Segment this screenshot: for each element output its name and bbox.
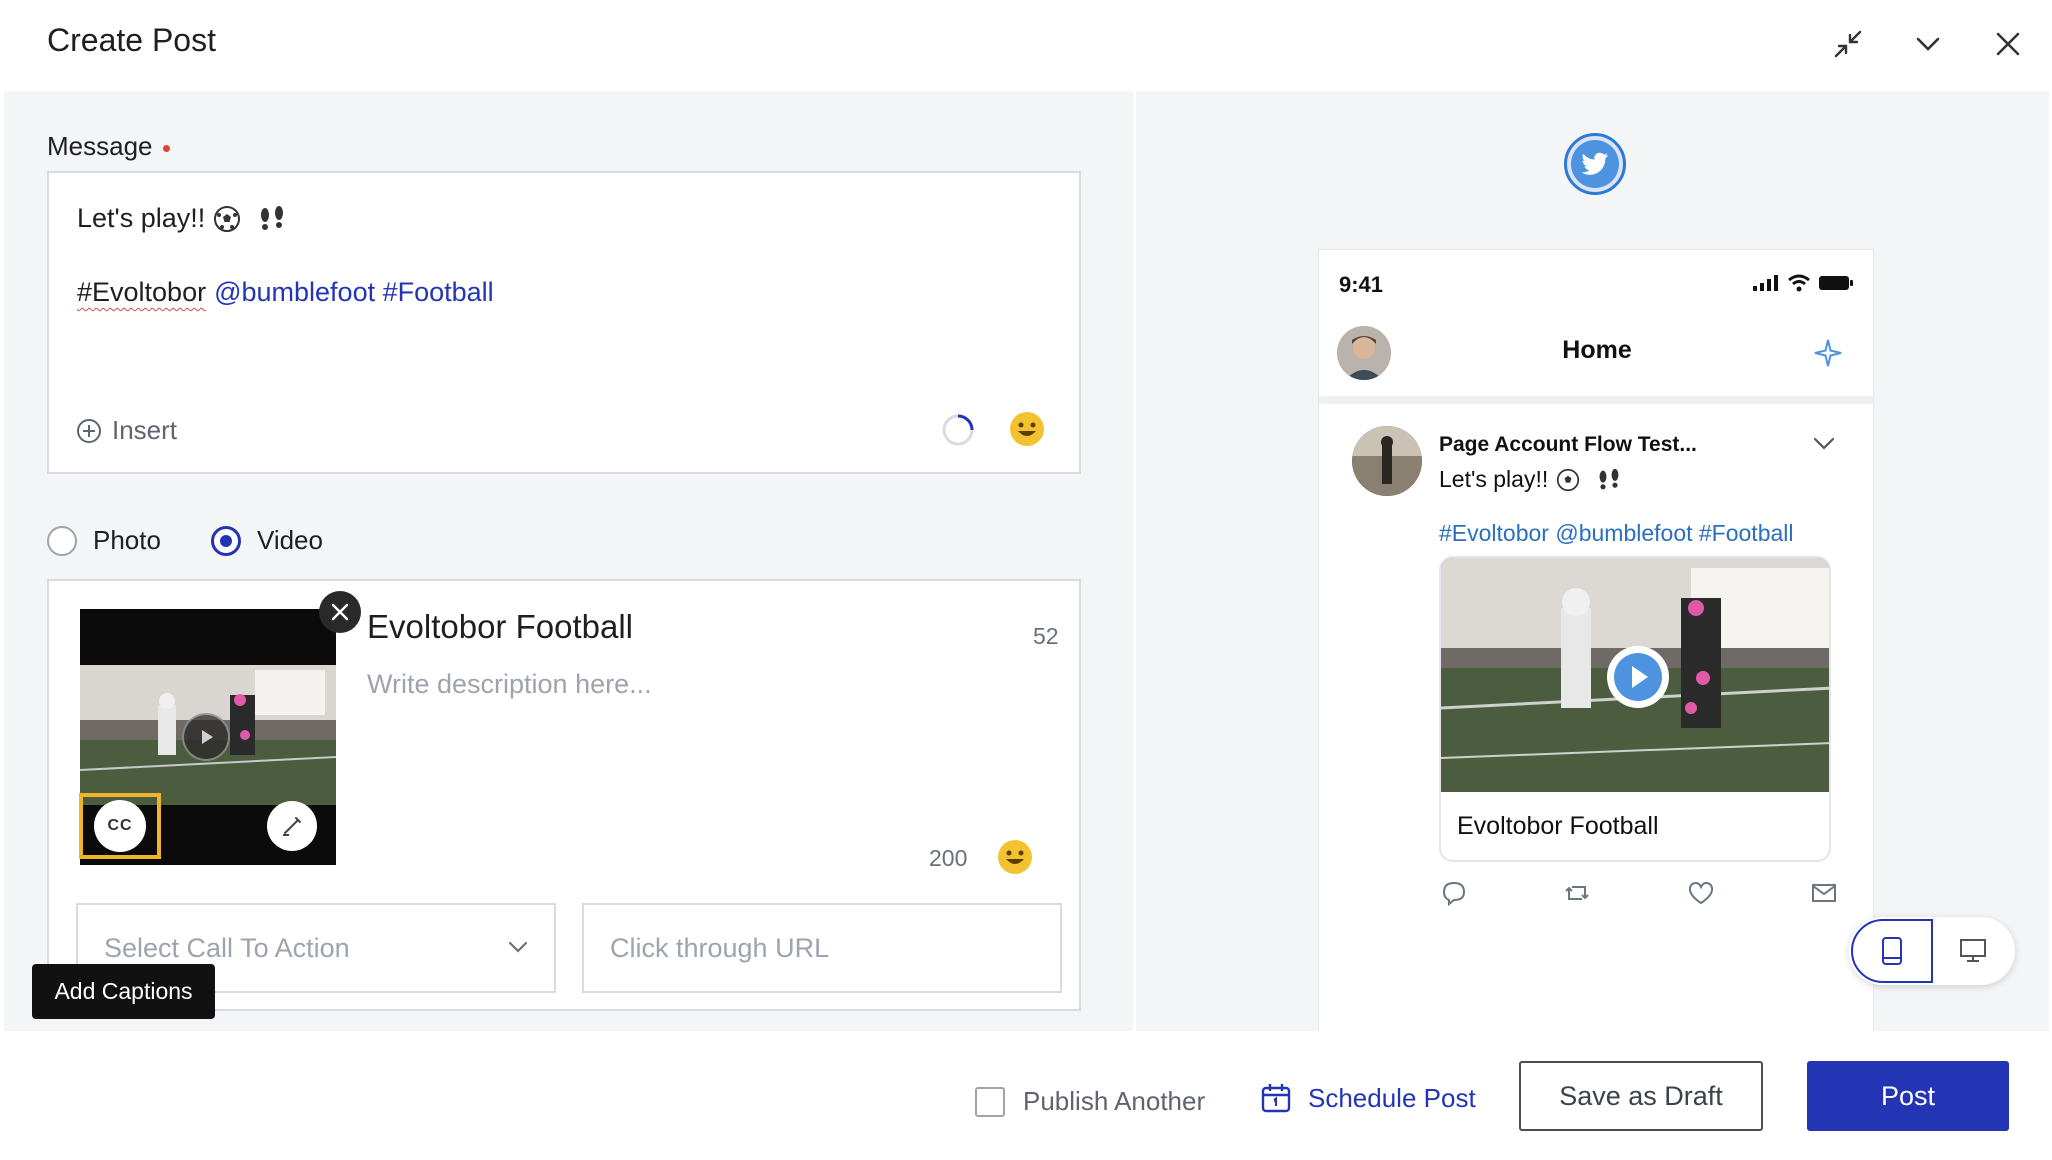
collapse-icon[interactable] bbox=[1826, 22, 1870, 66]
edit-thumbnail-button[interactable] bbox=[267, 801, 317, 851]
message-line-2: #Evoltobor @bumblefoot #Football bbox=[77, 277, 494, 307]
insert-button[interactable]: Insert bbox=[76, 415, 177, 446]
tweet-actions bbox=[1439, 878, 1839, 908]
description-char-count: 200 bbox=[929, 845, 968, 871]
divider bbox=[1319, 396, 1875, 404]
modal-header: Create Post bbox=[0, 0, 2052, 90]
media-type-selector: Photo Video bbox=[47, 525, 373, 556]
message-line-1: Let's play!! bbox=[77, 203, 289, 234]
like-icon[interactable] bbox=[1686, 878, 1716, 908]
chevron-down-icon bbox=[508, 941, 528, 953]
desktop-view-button[interactable] bbox=[1933, 919, 2013, 983]
tweet-account-name[interactable]: Page Account Flow Test... bbox=[1439, 433, 1697, 457]
play-button[interactable] bbox=[1607, 646, 1669, 708]
page-title: Create Post bbox=[47, 22, 216, 58]
retweet-icon[interactable] bbox=[1562, 878, 1592, 908]
add-captions-button[interactable]: CC bbox=[94, 800, 146, 852]
radio-photo[interactable]: Photo bbox=[47, 525, 161, 556]
post-button[interactable]: Post bbox=[1807, 1061, 2009, 1131]
twitter-bird-icon bbox=[1581, 152, 1608, 175]
video-title[interactable]: Evoltobor Football bbox=[367, 608, 633, 646]
emoji-icon[interactable] bbox=[997, 839, 1033, 875]
plus-circle-icon bbox=[77, 418, 101, 443]
tweet-hashtags[interactable]: #Evoltobor @bumblefoot #Football bbox=[1439, 520, 1794, 547]
desktop-icon bbox=[1960, 939, 1986, 962]
title-char-count: 52 bbox=[1033, 623, 1059, 649]
battery-icon bbox=[1819, 276, 1853, 290]
share-icon[interactable] bbox=[1809, 878, 1839, 908]
save-as-draft-button[interactable]: Save as Draft bbox=[1519, 1061, 1763, 1131]
sparkle-icon[interactable] bbox=[1813, 338, 1843, 368]
radio-video-circle[interactable] bbox=[210, 525, 241, 556]
tweet-text: Let's play!! bbox=[1439, 466, 1624, 493]
soccer-ball-icon bbox=[1557, 468, 1580, 491]
video-description-input[interactable]: Write description here... bbox=[367, 669, 652, 700]
preview-panel: 9:41 Home Page Account Flow Test... Let'… bbox=[1136, 91, 2049, 1039]
close-icon bbox=[331, 603, 349, 621]
chevron-down-icon[interactable] bbox=[1906, 22, 1950, 66]
close-icon[interactable] bbox=[1986, 22, 2030, 66]
publish-another-checkbox[interactable]: Publish Another bbox=[975, 1086, 1205, 1117]
character-count-ring-icon bbox=[942, 414, 974, 446]
radio-video[interactable]: Video bbox=[210, 525, 323, 556]
schedule-post-button[interactable]: Schedule Post bbox=[1260, 1082, 1476, 1114]
mobile-view-button[interactable] bbox=[1851, 919, 1933, 983]
footprints-icon bbox=[1599, 468, 1619, 489]
tweet-video-card[interactable]: Evoltobor Football bbox=[1439, 556, 1831, 862]
reply-icon[interactable] bbox=[1439, 878, 1469, 908]
mobile-icon bbox=[1882, 937, 1902, 965]
status-icons bbox=[1753, 274, 1853, 292]
calendar-icon bbox=[1261, 1084, 1291, 1113]
pencil-icon bbox=[283, 817, 301, 836]
add-captions-tooltip: Add Captions bbox=[32, 964, 215, 1019]
twitter-network-tab[interactable] bbox=[1564, 133, 1626, 195]
preview-view-toggle bbox=[1849, 917, 2015, 985]
status-time: 9:41 bbox=[1339, 272, 1384, 297]
editor-panel: Message Let's play!! #Evoltobor @bumblefo… bbox=[4, 91, 1133, 1031]
checkbox[interactable] bbox=[975, 1086, 1005, 1117]
video-editor: CC Evoltobor Football 52 Write descripti… bbox=[47, 579, 1081, 1011]
thumb-play-icon[interactable] bbox=[182, 713, 230, 761]
card-title: Evoltobor Football bbox=[1457, 812, 1659, 840]
remove-video-button[interactable] bbox=[319, 591, 361, 633]
message-editor[interactable]: Let's play!! #Evoltobor @bumblefoot #Foot… bbox=[47, 171, 1081, 474]
wifi-icon bbox=[1788, 274, 1810, 292]
timeline-title: Home bbox=[1562, 336, 1632, 364]
click-through-url-input[interactable] bbox=[582, 903, 1062, 993]
message-label: Message bbox=[47, 131, 170, 162]
phone-preview: 9:41 Home Page Account Flow Test... Let'… bbox=[1318, 249, 1875, 1039]
signal-icon bbox=[1753, 275, 1778, 291]
play-icon bbox=[1614, 653, 1662, 701]
required-indicator bbox=[162, 144, 170, 152]
emoji-icon[interactable] bbox=[1009, 411, 1045, 447]
soccer-ball-icon bbox=[214, 205, 241, 232]
tweet-avatar[interactable] bbox=[1352, 426, 1422, 496]
chevron-down-icon[interactable] bbox=[1811, 430, 1837, 456]
modal-footer: Publish Another Schedule Post Save as Dr… bbox=[0, 1031, 2052, 1160]
radio-photo-circle[interactable] bbox=[47, 525, 77, 556]
footprints-icon bbox=[261, 205, 284, 230]
